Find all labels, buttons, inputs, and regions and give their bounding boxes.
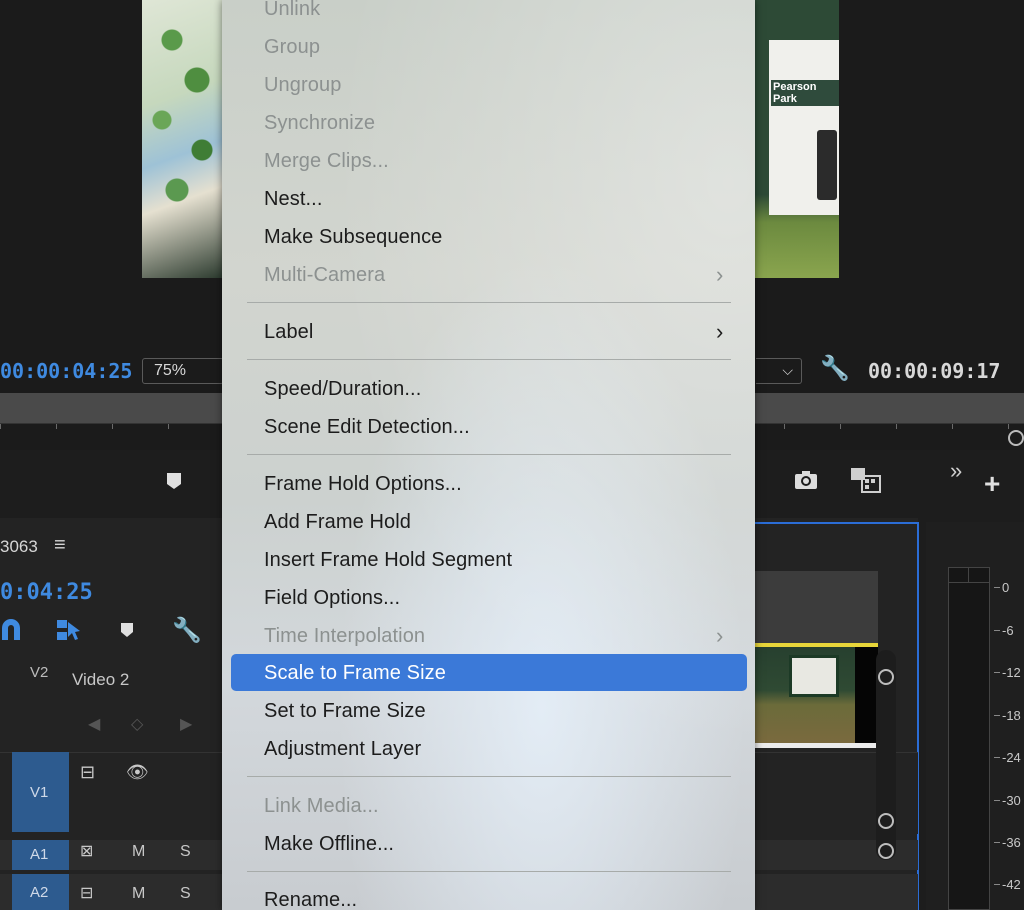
db-tick — [994, 587, 1000, 588]
more-controls-chevron-icon[interactable]: » — [950, 458, 962, 484]
menu-item-field-options[interactable]: Field Options... — [264, 587, 400, 610]
menu-separator — [247, 302, 731, 303]
playhead-timecode[interactable]: 00:00:04:25 — [0, 359, 132, 383]
track-target-a1[interactable]: A1 — [12, 840, 69, 870]
resolution-dropdown[interactable]: ⌵ — [756, 358, 802, 384]
video-clip-v1[interactable] — [755, 647, 878, 743]
menu-separator — [247, 871, 731, 872]
mute-track-a1[interactable]: M — [132, 843, 145, 861]
peak-indicators[interactable] — [948, 567, 990, 583]
phone-image — [817, 130, 837, 200]
db-tick — [994, 884, 1000, 885]
mute-track-a2[interactable]: M — [132, 885, 145, 903]
track-target-a2[interactable]: A2 — [12, 874, 69, 910]
sync-lock-off-icon[interactable]: ⊠ — [80, 841, 93, 861]
clip-v2-area — [755, 571, 878, 643]
scroll-handle-bottom[interactable] — [878, 813, 894, 829]
wrench-icon[interactable]: 🔧 — [820, 354, 850, 383]
park-sign: Pearson Park — [769, 40, 839, 215]
menu-item-frame-hold-options[interactable]: Frame Hold Options... — [264, 473, 462, 496]
menu-separator — [247, 359, 731, 360]
menu-item-label[interactable]: Label — [264, 321, 313, 344]
audio-scroll-handle[interactable] — [878, 843, 894, 859]
menu-item-synchronize[interactable]: Synchronize — [264, 112, 375, 135]
menu-item-group[interactable]: Group — [264, 36, 320, 59]
db-tick — [994, 800, 1000, 801]
menu-item-scale-to-frame-size[interactable]: Scale to Frame Size — [264, 662, 446, 685]
timeline-timecode[interactable]: 0:04:25 — [0, 580, 93, 605]
track-name-v2: Video 2 — [72, 670, 130, 689]
db-tick — [994, 630, 1000, 631]
menu-item-merge-clips[interactable]: Merge Clips... — [264, 150, 389, 173]
db-tick — [994, 715, 1000, 716]
track-target-v1[interactable]: V1 — [12, 752, 69, 832]
db-label: -36 — [1002, 835, 1021, 850]
zoom-scroll-handle[interactable] — [1008, 430, 1024, 446]
linked-selection-icon[interactable] — [56, 618, 82, 644]
audio-meter-bar — [948, 567, 990, 910]
chevron-down-icon: ⌵ — [782, 362, 793, 378]
menu-item-add-frame-hold[interactable]: Add Frame Hold — [264, 511, 411, 534]
db-label: 0 — [1002, 580, 1010, 595]
submenu-arrow-icon: › — [716, 623, 724, 648]
timeline-marker-icon[interactable] — [120, 622, 134, 638]
submenu-arrow-icon: › — [716, 262, 724, 287]
track-label-v2[interactable]: V2 — [30, 664, 48, 681]
solo-track-a1[interactable]: S — [180, 843, 191, 861]
toggle-output-eye-icon[interactable]: 👁 — [126, 762, 149, 783]
menu-item-link-media[interactable]: Link Media... — [264, 795, 379, 818]
db-tick — [994, 672, 1000, 673]
submenu-arrow-icon: › — [716, 319, 724, 344]
solo-track-a2[interactable]: S — [180, 885, 191, 903]
sync-lock-icon[interactable]: ⊟ — [80, 762, 95, 783]
menu-item-multi-camera[interactable]: Multi-Camera — [264, 264, 385, 287]
clip-selection-edge — [755, 743, 878, 748]
sync-lock-icon[interactable]: ⊟ — [80, 883, 93, 903]
snap-magnet-icon[interactable] — [0, 618, 22, 642]
db-label: -42 — [1002, 877, 1021, 892]
sequence-tab-name[interactable]: 3063 — [0, 537, 38, 557]
zoom-level-dropdown[interactable]: 75% — [142, 358, 224, 384]
db-tick — [994, 757, 1000, 758]
menu-item-make-subsequence[interactable]: Make Subsequence — [264, 226, 442, 249]
db-label: -30 — [1002, 793, 1021, 808]
menu-item-rename[interactable]: Rename... — [264, 889, 357, 910]
park-sign-title: Pearson Park — [771, 80, 839, 106]
program-video-left — [142, 0, 224, 278]
menu-separator — [247, 454, 731, 455]
next-keyframe-icon[interactable]: ▶ — [180, 714, 192, 734]
db-label: -12 — [1002, 665, 1021, 680]
clip-thumbnail-letterbox — [855, 647, 878, 743]
button-editor-plus-icon[interactable]: + — [984, 468, 1000, 500]
menu-item-speed-duration[interactable]: Speed/Duration... — [264, 378, 421, 401]
menu-item-insert-frame-hold-segment[interactable]: Insert Frame Hold Segment — [264, 549, 512, 572]
menu-item-nest[interactable]: Nest... — [264, 188, 323, 211]
comparison-view-icon[interactable] — [850, 466, 882, 494]
duration-timecode: 00:00:09:17 — [868, 359, 1001, 383]
menu-item-ungroup[interactable]: Ungroup — [264, 74, 341, 97]
clip-thumbnail-sign — [789, 655, 839, 697]
menu-item-scene-edit-detection[interactable]: Scene Edit Detection... — [264, 416, 470, 439]
menu-item-set-to-frame-size[interactable]: Set to Frame Size — [264, 700, 426, 723]
program-video-right: Pearson Park — [755, 0, 839, 278]
add-keyframe-icon[interactable]: ◇ — [131, 714, 143, 734]
prev-keyframe-icon[interactable]: ◀ — [88, 714, 100, 734]
export-frame-camera-icon[interactable] — [794, 470, 818, 496]
menu-item-time-interpolation[interactable]: Time Interpolation — [264, 625, 425, 648]
timeline-settings-wrench-icon[interactable]: 🔧 — [172, 616, 202, 645]
db-label: -24 — [1002, 750, 1021, 765]
db-label: -18 — [1002, 708, 1021, 723]
db-tick — [994, 842, 1000, 843]
panel-menu-icon[interactable]: ≡ — [54, 534, 66, 557]
add-marker-icon[interactable] — [166, 472, 182, 490]
clip-context-menu: Unlink Group Ungroup Synchronize Merge C… — [222, 0, 755, 910]
menu-item-unlink[interactable]: Unlink — [264, 0, 320, 21]
menu-item-make-offline[interactable]: Make Offline... — [264, 833, 394, 856]
scroll-handle-top[interactable] — [878, 669, 894, 685]
menu-item-adjustment-layer[interactable]: Adjustment Layer — [264, 738, 421, 761]
menu-separator — [247, 776, 731, 777]
db-label: -6 — [1002, 623, 1014, 638]
